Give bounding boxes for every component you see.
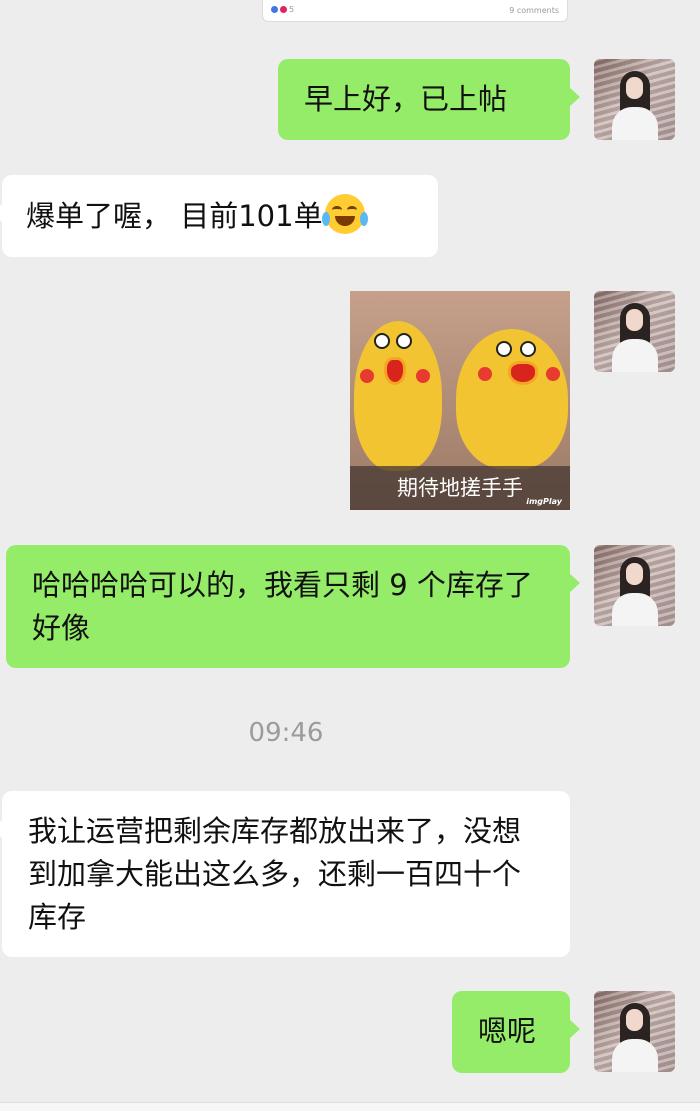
chick-right <box>456 329 568 469</box>
comments-count[interactable]: 9 comments <box>509 6 559 15</box>
my-avatar[interactable] <box>594 991 675 1072</box>
message-bubble-sent[interactable]: 嗯呢 <box>452 991 580 1073</box>
reactions: 5 <box>271 5 294 14</box>
heart-icon <box>280 6 287 13</box>
message-text: 我让运营把剩余库存都放出来了，没想到加拿大能出这么多，还剩一百四十个库存 <box>28 814 522 934</box>
sticker-image[interactable]: 期待地搓手手 imgPlay <box>350 291 570 510</box>
shared-post-card[interactable]: 5 9 comments <box>262 0 568 22</box>
message-bubble-sent[interactable]: 早上好，已上帖 <box>278 59 580 140</box>
my-avatar[interactable] <box>594 59 675 140</box>
message-bubble-sent[interactable]: 哈哈哈哈可以的，我看只剩 9 个库存了好像 <box>6 545 580 668</box>
message-text: 哈哈哈哈可以的，我看只剩 9 个库存了好像 <box>32 568 533 645</box>
my-avatar[interactable] <box>594 545 675 626</box>
message-bubble-received[interactable]: 爆单了喔， 目前101单 <box>0 175 438 257</box>
reaction-count: 5 <box>289 5 295 14</box>
message-timestamp: 09:46 <box>248 718 324 748</box>
message-bubble-received[interactable]: 我让运营把剩余库存都放出来了，没想到加拿大能出这么多，还剩一百四十个库存 <box>0 791 570 957</box>
like-icon <box>271 6 278 13</box>
chick-left <box>354 321 442 471</box>
message-text: 爆单了喔， 目前101单 <box>26 199 323 233</box>
tears-of-joy-emoji <box>321 194 368 234</box>
message-text: 早上好，已上帖 <box>304 82 508 116</box>
my-avatar[interactable] <box>594 291 675 372</box>
sticker-watermark: imgPlay <box>526 497 562 506</box>
input-bar-edge <box>0 1102 700 1111</box>
message-text: 嗯呢 <box>478 1014 537 1048</box>
